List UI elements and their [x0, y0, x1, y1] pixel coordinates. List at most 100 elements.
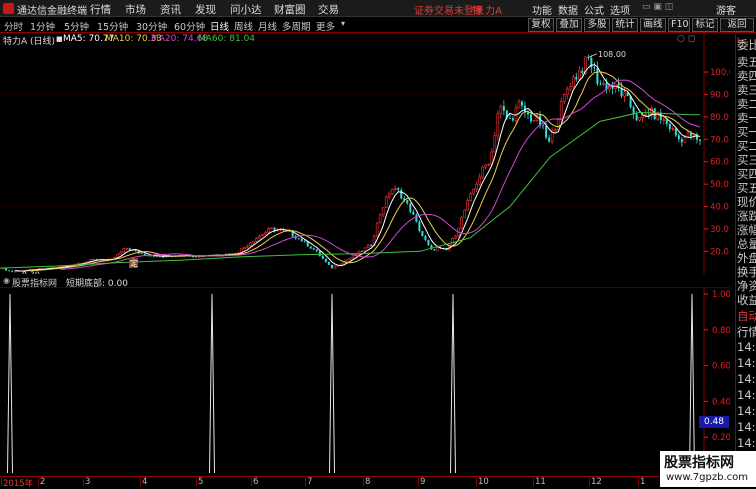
- period-15min[interactable]: 15分钟: [97, 19, 128, 33]
- mark-button[interactable]: 标记: [692, 18, 718, 32]
- indicator-spike: [329, 293, 335, 474]
- candle-body: [511, 118, 514, 121]
- candle-body: [400, 189, 403, 199]
- date-tick: [418, 478, 419, 486]
- date-tick-label: 2: [40, 477, 46, 487]
- ma60-line: [0, 111, 701, 269]
- side-panel-label: 14:5: [737, 372, 756, 386]
- candle-body: [89, 259, 92, 262]
- candle-body: [565, 88, 569, 95]
- period-monthly[interactable]: 月线: [258, 19, 277, 33]
- candle-body: [545, 125, 548, 138]
- f10-button[interactable]: F10: [668, 18, 690, 32]
- side-panel-label: 14:5: [737, 404, 756, 418]
- date-tick: [1, 478, 2, 486]
- candle-body: [593, 67, 596, 69]
- candle-body: [255, 237, 258, 242]
- candle-body: [532, 120, 536, 122]
- candle-body: [333, 265, 337, 269]
- candle-body: [436, 247, 439, 251]
- candle-body: [644, 114, 647, 116]
- candle-body: [499, 105, 503, 115]
- candle-body: [375, 222, 379, 237]
- period-5min[interactable]: 5分钟: [64, 19, 89, 33]
- multi-stock-button[interactable]: 多股: [584, 18, 610, 32]
- side-panel-label: 收益: [737, 293, 756, 307]
- menu-gongneng[interactable]: 功能: [532, 2, 552, 17]
- date-tick: [83, 478, 84, 486]
- menu-caifuquan[interactable]: 财富圈: [274, 2, 306, 17]
- indicator-chart[interactable]: 1.00 0.80 0.60 0.40 0.20: [0, 287, 730, 475]
- menu-gongshi[interactable]: 公式: [584, 2, 604, 17]
- candle-body: [11, 270, 14, 272]
- period-1min[interactable]: 1分钟: [30, 19, 55, 33]
- candle-body: [638, 117, 641, 121]
- side-panel-label: 行情: [737, 325, 756, 339]
- candle-body: [680, 139, 683, 143]
- period-more[interactable]: 更多: [316, 19, 335, 33]
- period-30min[interactable]: 30分钟: [136, 19, 167, 33]
- candle-body: [472, 188, 475, 194]
- candle-body: [13, 270, 17, 273]
- indicator-settings-icon[interactable]: ◉: [3, 276, 10, 285]
- menu-faxian[interactable]: 发现: [195, 2, 216, 17]
- draw-line-button[interactable]: 画线: [640, 18, 666, 32]
- date-tick-label: 2015年: [3, 479, 34, 489]
- menu-jiaoyi[interactable]: 交易: [318, 2, 339, 17]
- back-button[interactable]: 返回: [720, 18, 754, 32]
- menu-wenxiaoda[interactable]: 问小达: [230, 2, 262, 17]
- indicator-tick-label: 0.60: [712, 362, 730, 372]
- candle-body: [487, 163, 491, 166]
- candle-body: [502, 106, 505, 111]
- candle-body: [568, 86, 572, 90]
- candle-body: [581, 70, 584, 74]
- candle-body: [466, 200, 469, 211]
- window-controls[interactable]: ▭ ▣ ◫: [642, 2, 673, 12]
- app-logo-icon: [3, 3, 14, 14]
- indicator-tick-label: 0.20: [712, 433, 730, 443]
- candle-body: [686, 132, 690, 138]
- date-tick: [476, 478, 477, 486]
- candle-body: [599, 83, 602, 85]
- candle-body: [384, 196, 388, 209]
- user-guest[interactable]: 游客: [716, 2, 736, 17]
- side-panel-label: 委比: [737, 38, 756, 52]
- candle-body: [520, 101, 523, 106]
- more-chevron-icon[interactable]: ▾: [341, 19, 345, 28]
- high-price-label: 108.00: [598, 50, 626, 59]
- overlay-button[interactable]: 叠加: [556, 18, 582, 32]
- candle-body: [149, 255, 152, 257]
- statistics-button[interactable]: 统计: [612, 18, 638, 32]
- date-tick-label: 7: [307, 477, 313, 487]
- period-weekly[interactable]: 周线: [234, 19, 253, 33]
- date-tick-label: 4: [142, 477, 148, 487]
- menu-shichang[interactable]: 市场: [125, 2, 146, 17]
- menu-zixun[interactable]: 资讯: [160, 2, 181, 17]
- candle-body: [698, 139, 701, 141]
- candle-body: [143, 253, 146, 256]
- period-daily[interactable]: 日线: [210, 19, 229, 33]
- indicator-spike: [209, 293, 215, 474]
- candle-body: [327, 261, 330, 265]
- period-60min[interactable]: 60分钟: [174, 19, 205, 33]
- quote-side-panel[interactable]: L 委比卖五卖四卖三卖二卖一买一买二买三买四买五现价涨跌涨幅总量外盘换手净资收益…: [735, 34, 756, 476]
- candle-body: [409, 203, 412, 212]
- menu-hangqing[interactable]: 行情: [90, 2, 111, 17]
- candle-body: [397, 188, 400, 190]
- price-chart[interactable]: 100.0 90.0 80.0 70.0 60.0 50.0 40.0 30.0 20.0 10…: [0, 33, 730, 274]
- date-tick: [196, 478, 197, 486]
- period-fenshi[interactable]: 分时: [4, 19, 23, 33]
- menu-xuanxiang[interactable]: 选项: [610, 2, 630, 17]
- event-marker-label: 定: [130, 258, 138, 268]
- fuquan-button[interactable]: 复权: [528, 18, 554, 32]
- date-tick: [140, 478, 141, 486]
- date-tick-label: 6: [253, 477, 259, 487]
- date-tick-label: 1: [640, 477, 646, 487]
- period-multi[interactable]: 多周期: [282, 19, 311, 33]
- candle-body: [542, 125, 545, 127]
- indicator-spike: [7, 293, 13, 474]
- menu-shuju[interactable]: 数据: [558, 2, 578, 17]
- candle-body: [5, 268, 8, 271]
- candle-body: [387, 193, 391, 198]
- candle-body: [406, 199, 409, 204]
